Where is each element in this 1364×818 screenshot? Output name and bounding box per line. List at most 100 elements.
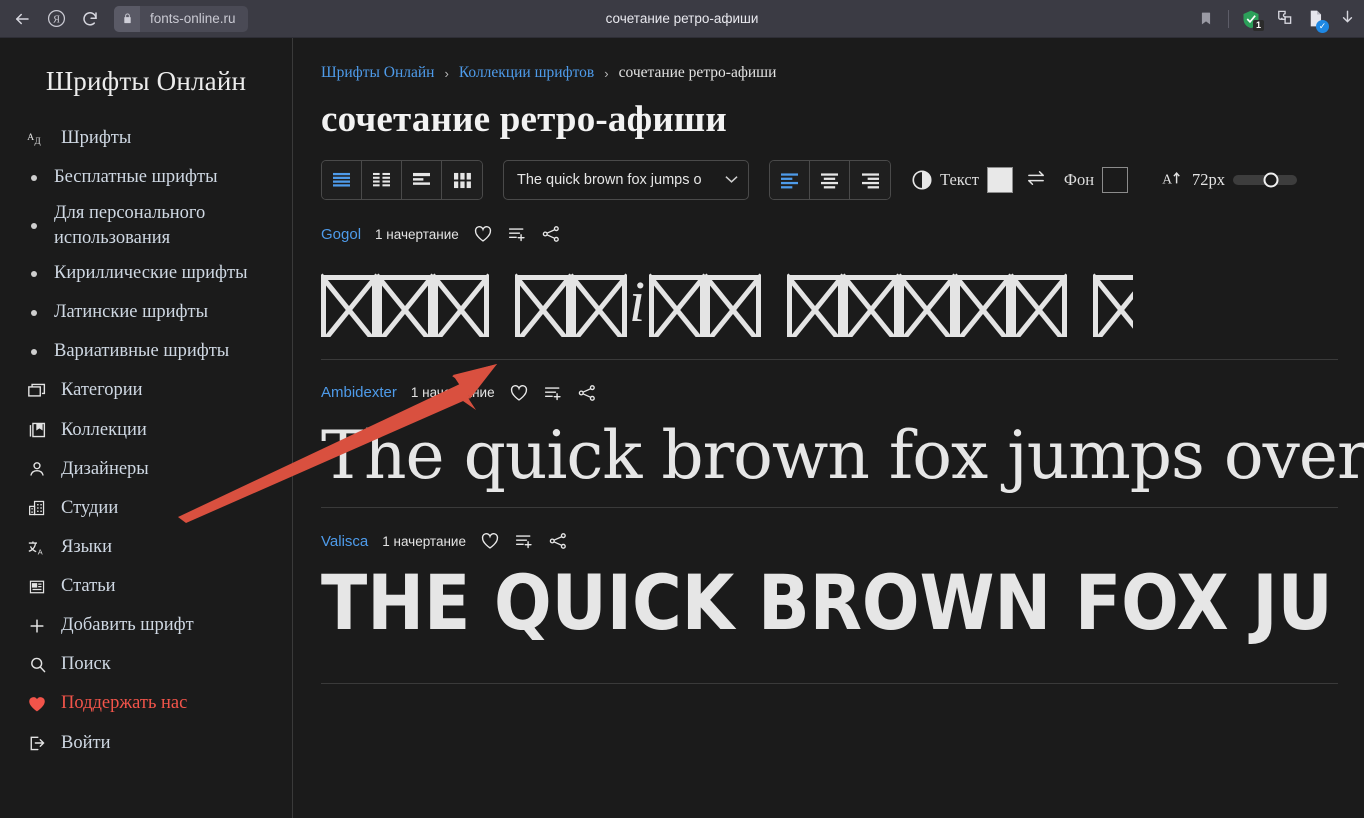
contrast-icon[interactable] — [911, 169, 933, 191]
sample-text-select[interactable]: The quick brown fox jumps o — [503, 160, 749, 200]
breadcrumb-separator: › — [444, 65, 449, 81]
svg-text:A: A — [27, 131, 34, 142]
share-icon[interactable] — [577, 384, 597, 402]
text-color-swatch[interactable] — [986, 167, 1013, 193]
sidebar-item-label: Добавить шрифт — [61, 615, 194, 636]
favorite-heart-icon[interactable] — [509, 384, 529, 402]
sidebar-item-add-font[interactable]: Добавить шрифт — [0, 606, 292, 645]
puzzle-extensions-icon[interactable] — [1268, 4, 1298, 34]
view-mode-list-button[interactable] — [322, 161, 362, 199]
sidebar-item-studios[interactable]: Студии — [0, 489, 292, 528]
sidebar-item-login[interactable]: Войти — [0, 724, 292, 763]
sidebar-item-designers[interactable]: Дизайнеры — [0, 450, 292, 489]
svg-text:A: A — [38, 547, 43, 556]
bullet-icon — [30, 263, 38, 285]
sidebar-item-label: Языки — [61, 536, 112, 557]
sidebar-item-label: Поиск — [61, 654, 111, 675]
chevron-down-icon — [717, 173, 738, 187]
sidebar-item-label: Шрифты — [61, 128, 132, 148]
sidebar-item-label: Дизайнеры — [61, 458, 149, 479]
font-preview-gogol: i — [321, 247, 1364, 359]
font-meta: Ambidexter 1 начертание — [321, 380, 1364, 406]
font-size-value: 72px — [1192, 170, 1226, 189]
background-color-swatch[interactable] — [1102, 167, 1129, 193]
sidebar-item-support-us[interactable]: Поддержать нас — [0, 684, 292, 723]
person-icon — [26, 458, 48, 480]
bullet-icon — [30, 215, 38, 237]
sidebar-item-cyrillic-fonts[interactable]: Кириллические шрифты — [0, 254, 292, 293]
plus-icon — [26, 615, 48, 637]
view-mode-grid-button[interactable] — [442, 161, 482, 199]
font-name-link[interactable]: Gogol — [321, 226, 361, 243]
toolbar-divider — [1228, 9, 1229, 28]
background-color-label: Фон — [1063, 170, 1095, 189]
lock-icon — [114, 5, 140, 32]
breadcrumb-current: сочетание ретро-афиши — [618, 64, 777, 81]
sidebar-item-articles[interactable]: Статьи — [0, 567, 292, 606]
breadcrumb-collections[interactable]: Коллекции шрифтов — [459, 64, 594, 82]
font-styles-count: 1 начертание — [375, 226, 459, 242]
add-to-list-icon[interactable] — [543, 384, 563, 402]
align-right-button[interactable] — [850, 161, 890, 199]
font-name-link[interactable]: Ambidexter — [321, 384, 397, 401]
bookmark-icon[interactable] — [1191, 4, 1221, 34]
sidebar-item-label: Бесплатные шрифты — [54, 167, 218, 188]
favorite-heart-icon[interactable] — [473, 225, 493, 243]
sidebar-item-categories[interactable]: Категории — [0, 371, 292, 410]
sidebar-item-personal-use[interactable]: Для персонального использования — [0, 197, 292, 254]
collections-icon — [26, 419, 48, 441]
yandex-logo-icon[interactable]: Я — [40, 4, 72, 34]
bullet-icon — [30, 341, 38, 363]
address-bar[interactable]: fonts-online.ru — [114, 5, 248, 32]
sidebar-item-search[interactable]: Поиск — [0, 645, 292, 684]
color-controls: Текст Фон — [911, 167, 1129, 193]
sidebar-item-label: Статьи — [61, 576, 116, 597]
view-mode-two-column-button[interactable] — [362, 161, 402, 199]
share-icon[interactable] — [541, 225, 561, 243]
document-sync-icon[interactable]: ✓ — [1300, 4, 1330, 34]
sidebar-item-variable-fonts[interactable]: Вариативные шрифты — [0, 332, 292, 371]
swap-arrows-icon[interactable] — [1025, 170, 1047, 191]
building-icon — [26, 497, 48, 519]
site-title[interactable]: Шрифты Онлайн — [0, 54, 292, 119]
reload-button[interactable] — [74, 4, 106, 34]
article-icon — [26, 576, 48, 598]
sidebar-item-languages[interactable]: A Языки — [0, 528, 292, 567]
downloads-icon[interactable] — [1332, 4, 1362, 34]
browser-toolbar: Я fonts-online.ru сочетание ретро-афиши … — [0, 0, 1364, 38]
sidebar-item-collections[interactable]: Коллекции — [0, 411, 292, 450]
back-button[interactable] — [6, 4, 38, 34]
sidebar-item-label: Коллекции — [61, 419, 147, 440]
sync-check-icon: ✓ — [1316, 19, 1329, 33]
sidebar-item-label: Для персонального использования — [54, 203, 206, 248]
sidebar-item-label: Поддержать нас — [61, 693, 188, 714]
sidebar-item-label: Латинские шрифты — [54, 302, 208, 323]
text-color-label: Текст — [940, 170, 979, 189]
sidebar-item-latin-fonts[interactable]: Латинские шрифты — [0, 293, 292, 332]
sidebar-item-label: Кириллические шрифты — [54, 263, 248, 284]
extension-badge-count: 1 — [1253, 19, 1264, 31]
breadcrumb-home[interactable]: Шрифты Онлайн — [321, 64, 434, 82]
align-center-button[interactable] — [810, 161, 850, 199]
main-content: Шрифты Онлайн › Коллекции шрифтов › соче… — [293, 38, 1364, 818]
sidebar-item-label: Войти — [61, 732, 111, 753]
sidebar-item-fonts[interactable]: AД Шрифты — [0, 119, 292, 158]
font-preview-ambidexter: The quick brown fox jumps over — [321, 416, 1364, 494]
login-icon — [26, 732, 48, 754]
font-size-slider[interactable] — [1233, 172, 1298, 188]
page-body: Шрифты Онлайн AД Шрифты Бесплатные шрифт… — [0, 38, 1364, 818]
view-mode-compact-button[interactable] — [402, 161, 442, 199]
view-mode-group — [321, 160, 483, 200]
breadcrumb-separator: › — [604, 65, 609, 81]
font-size-slider-thumb[interactable] — [1263, 172, 1279, 188]
adblock-shield-icon[interactable]: 1 — [1236, 4, 1266, 34]
sidebar: Шрифты Онлайн AД Шрифты Бесплатные шрифт… — [0, 38, 293, 818]
sidebar-item-label: Вариативные шрифты — [54, 341, 230, 362]
add-to-list-icon[interactable] — [507, 225, 527, 243]
font-meta: Gogol 1 начертание — [321, 221, 1364, 247]
align-left-button[interactable] — [770, 161, 810, 199]
text-align-group — [769, 160, 891, 200]
sidebar-item-free-fonts[interactable]: Бесплатные шрифты — [0, 158, 292, 197]
preview-toolbar: The quick brown fox jumps o Текст Фон A … — [321, 159, 1364, 201]
font-card-ambidexter: Ambidexter 1 начертание The quick brown … — [321, 360, 1364, 509]
